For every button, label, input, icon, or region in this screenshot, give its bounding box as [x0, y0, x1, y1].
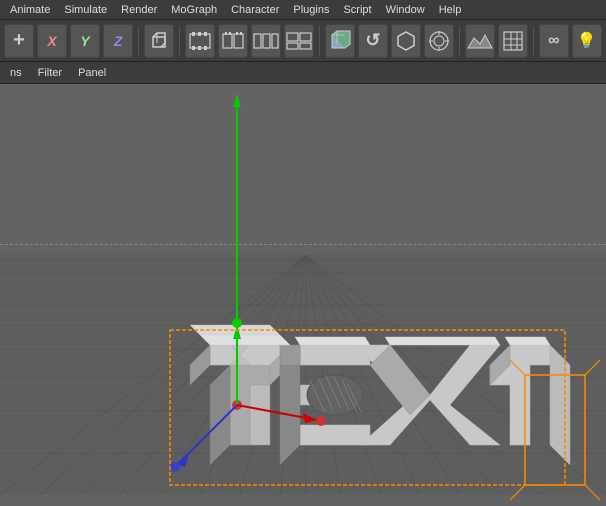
- menu-script[interactable]: Script: [337, 2, 377, 18]
- shape2-button[interactable]: [391, 24, 421, 58]
- y-axis-button[interactable]: Y: [70, 24, 100, 58]
- menu-simulate[interactable]: Simulate: [58, 2, 113, 18]
- shape3-button[interactable]: [424, 24, 454, 58]
- hex-icon: [395, 30, 417, 52]
- light-icon: 💡: [577, 31, 597, 51]
- star-icon: [428, 30, 450, 52]
- infinite-button[interactable]: ∞: [539, 24, 569, 58]
- menu-plugins[interactable]: Plugins: [287, 2, 335, 18]
- shape1-button[interactable]: [325, 24, 355, 58]
- infinite-icon: ∞: [548, 32, 559, 50]
- terrain-button[interactable]: [465, 24, 495, 58]
- filmstrip2-icon: [222, 32, 244, 50]
- z-axis-button[interactable]: Z: [103, 24, 133, 58]
- film3-button[interactable]: [251, 24, 281, 58]
- grid-icon: [502, 30, 524, 52]
- menubar: Animate Simulate Render MoGraph Characte…: [0, 0, 606, 20]
- rotate-icon: ↺: [365, 30, 380, 51]
- toolbar2-filter[interactable]: Filter: [32, 65, 68, 81]
- toolbar2: ns Filter Panel: [0, 62, 606, 84]
- rotate-button[interactable]: ↺: [358, 24, 388, 58]
- toolbar: + X Y Z: [0, 20, 606, 62]
- menu-render[interactable]: Render: [115, 2, 163, 18]
- viewport[interactable]: [0, 84, 606, 506]
- box-icon: [149, 31, 169, 51]
- sep2: [179, 27, 180, 55]
- sep3: [319, 27, 320, 55]
- y-axis-arrow: [233, 95, 241, 107]
- sep1: [138, 27, 139, 55]
- film2-button[interactable]: [218, 24, 248, 58]
- x-icon: X: [47, 33, 56, 49]
- z-icon: Z: [114, 33, 123, 49]
- film4-button[interactable]: [284, 24, 314, 58]
- grid-button[interactable]: [498, 24, 528, 58]
- add-button[interactable]: +: [4, 24, 34, 58]
- scene-svg: [0, 84, 606, 506]
- x-axis-button[interactable]: X: [37, 24, 67, 58]
- filmstrip1-icon: [189, 32, 211, 50]
- filmstrip4-icon: [286, 32, 312, 50]
- y-icon: Y: [80, 33, 89, 49]
- toolbar2-panel[interactable]: Panel: [72, 65, 112, 81]
- object-button[interactable]: [144, 24, 174, 58]
- menu-help[interactable]: Help: [433, 2, 468, 18]
- menu-character[interactable]: Character: [225, 2, 285, 18]
- menu-animate[interactable]: Animate: [4, 2, 56, 18]
- light-button[interactable]: 💡: [572, 24, 602, 58]
- toolbar2-ns[interactable]: ns: [4, 65, 28, 81]
- terrain-icon: [467, 30, 493, 52]
- cube-icon: [329, 30, 351, 52]
- sep5: [533, 27, 534, 55]
- film1-button[interactable]: [185, 24, 215, 58]
- plus-icon: +: [13, 29, 25, 52]
- sep4: [459, 27, 460, 55]
- menu-window[interactable]: Window: [380, 2, 431, 18]
- filmstrip3-icon: [253, 32, 279, 50]
- menu-mograph[interactable]: MoGraph: [165, 2, 223, 18]
